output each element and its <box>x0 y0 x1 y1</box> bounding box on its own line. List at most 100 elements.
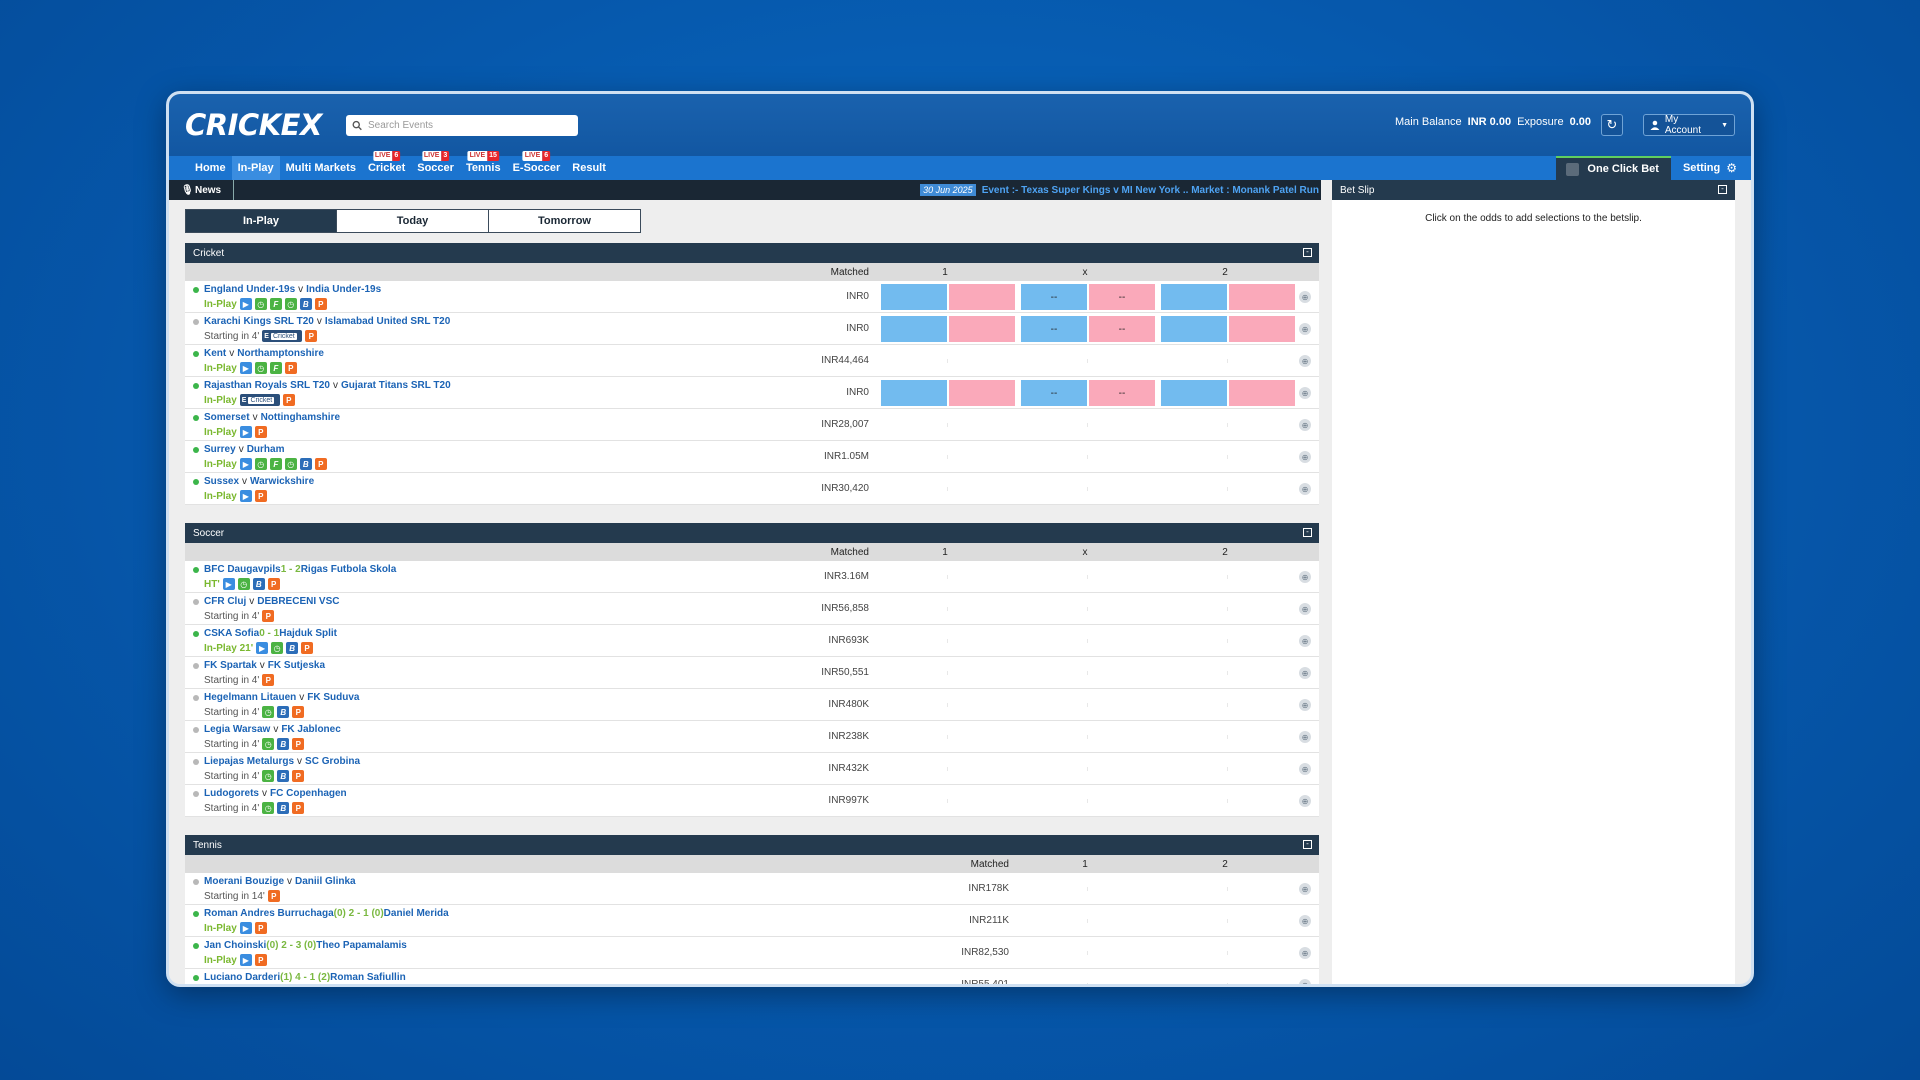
odds-placeholder-c2[interactable] <box>1227 799 1228 803</box>
odds-placeholder-c2[interactable] <box>1227 887 1228 891</box>
event-name[interactable]: Sussex v Warwickshire <box>204 476 314 487</box>
pin-icon[interactable]: ⊕ <box>1299 947 1311 959</box>
event-row[interactable]: Legia Warsaw v FK Jablonec Starting in 4' ◷ B… <box>185 721 1319 753</box>
tab-in-play[interactable]: In-Play <box>185 209 337 233</box>
lay-odds-c1[interactable] <box>949 284 1015 310</box>
odds-placeholder-c1[interactable] <box>947 799 948 803</box>
pin-icon[interactable]: ⊕ <box>1299 387 1311 399</box>
odds-placeholder-cx[interactable] <box>1087 799 1088 803</box>
back-odds-cx[interactable]: -- <box>1021 284 1087 310</box>
event-name[interactable]: CFR Cluj v DEBRECENI VSC <box>204 596 339 607</box>
odds-placeholder-c2[interactable] <box>1227 455 1228 459</box>
nav-item-soccer[interactable]: Soccer LIVE 3 <box>411 151 460 180</box>
event-name[interactable]: Liepajas Metalurgs v SC Grobina <box>204 756 360 767</box>
event-row[interactable]: Rajasthan Royals SRL T20 v Gujarat Titans … <box>185 377 1319 409</box>
nav-item-tennis[interactable]: Tennis LIVE 15 <box>460 151 507 180</box>
event-name[interactable]: England Under-19s v India Under-19s <box>204 284 381 295</box>
event-name[interactable]: Surrey v Durham <box>204 444 284 455</box>
pin-icon[interactable]: ⊕ <box>1299 419 1311 431</box>
nav-item-result[interactable]: Result <box>566 156 612 180</box>
event-row[interactable]: Sussex v Warwickshire In-Play ▶ P INR30,420 ⊕ <box>185 473 1319 505</box>
odds-placeholder-c2[interactable] <box>1227 575 1228 579</box>
odds-placeholder-cx[interactable] <box>1087 767 1088 771</box>
odds-placeholder-c2[interactable] <box>1227 487 1228 491</box>
event-row[interactable]: Moerani Bouzige v Daniil Glinka Starting in… <box>185 873 1319 905</box>
event-row[interactable]: Jan Choinski(0) 2 - 3 (0)Theo Papamalami… <box>185 937 1319 969</box>
event-name[interactable]: FK Spartak v FK Sutjeska <box>204 660 325 671</box>
odds-placeholder-cx[interactable] <box>1087 423 1088 427</box>
event-name[interactable]: Karachi Kings SRL T20 v Islamabad United S… <box>204 316 450 327</box>
search-box[interactable] <box>345 114 578 136</box>
pin-icon[interactable]: ⊕ <box>1299 355 1311 367</box>
odds-placeholder-c2[interactable] <box>1227 767 1228 771</box>
event-row[interactable]: Hegelmann Litauen v FK Suduva Starting in 4… <box>185 689 1319 721</box>
event-row[interactable]: CFR Cluj v DEBRECENI VSC Starting in 4' P INR… <box>185 593 1319 625</box>
event-name[interactable]: Jan Choinski(0) 2 - 3 (0)Theo Papamalami… <box>204 940 407 951</box>
event-row[interactable]: BFC Daugavpils1 - 2Rigas Futbola Skola HT… <box>185 561 1319 593</box>
odds-placeholder-c1[interactable] <box>947 575 948 579</box>
minimize-icon[interactable]: - <box>1303 248 1312 257</box>
odds-placeholder-c1[interactable] <box>1087 983 1088 984</box>
tab-tomorrow[interactable]: Tomorrow <box>489 209 641 233</box>
lay-odds-c2[interactable] <box>1229 316 1295 342</box>
odds-placeholder-c1[interactable] <box>947 703 948 707</box>
lay-odds-cx[interactable]: -- <box>1089 380 1155 406</box>
news-ticker[interactable]: 30 Jun 2025 Event :- Texas Super Kings v… <box>920 180 1321 200</box>
pin-icon[interactable]: ⊕ <box>1299 915 1311 927</box>
odds-placeholder-c1[interactable] <box>947 607 948 611</box>
nav-item-multi-markets[interactable]: Multi Markets <box>280 156 362 180</box>
pin-icon[interactable]: ⊕ <box>1299 883 1311 895</box>
event-name[interactable]: Roman Andres Burruchaga(0) 2 - 1 (0)Dani… <box>204 908 449 919</box>
pin-icon[interactable]: ⊕ <box>1299 323 1311 335</box>
odds-placeholder-c2[interactable] <box>1227 703 1228 707</box>
odds-placeholder-c2[interactable] <box>1227 423 1228 427</box>
pin-icon[interactable]: ⊕ <box>1299 483 1311 495</box>
minimize-icon[interactable]: - <box>1303 528 1312 537</box>
odds-placeholder-cx[interactable] <box>1087 575 1088 579</box>
odds-placeholder-cx[interactable] <box>1087 487 1088 491</box>
odds-placeholder-cx[interactable] <box>1087 671 1088 675</box>
lay-odds-cx[interactable]: -- <box>1089 284 1155 310</box>
lay-odds-c1[interactable] <box>949 380 1015 406</box>
odds-placeholder-c1[interactable] <box>1087 951 1088 955</box>
lay-odds-c2[interactable] <box>1229 284 1295 310</box>
event-row[interactable]: Luciano Darderi(1) 4 - 1 (2)Roman Safiul… <box>185 969 1319 984</box>
event-name[interactable]: Hegelmann Litauen v FK Suduva <box>204 692 359 703</box>
refresh-button[interactable]: ↻ <box>1601 114 1623 136</box>
odds-placeholder-c2[interactable] <box>1227 735 1228 739</box>
event-row[interactable]: Karachi Kings SRL T20 v Islamabad United S… <box>185 313 1319 345</box>
odds-placeholder-c2[interactable] <box>1227 671 1228 675</box>
odds-placeholder-c1[interactable] <box>947 767 948 771</box>
event-row[interactable]: Surrey v Durham In-Play ▶ ◷ F ◷ B P INR1.05M ⊕ <box>185 441 1319 473</box>
odds-placeholder-c1[interactable] <box>947 639 948 643</box>
odds-placeholder-c1[interactable] <box>1087 887 1088 891</box>
odds-placeholder-c1[interactable] <box>947 487 948 491</box>
back-odds-c1[interactable] <box>881 284 947 310</box>
back-odds-c1[interactable] <box>881 380 947 406</box>
pin-icon[interactable]: ⊕ <box>1299 571 1311 583</box>
lay-odds-cx[interactable]: -- <box>1089 316 1155 342</box>
odds-placeholder-c1[interactable] <box>947 671 948 675</box>
pin-icon[interactable]: ⊕ <box>1299 603 1311 615</box>
logo[interactable]: CRICKEX <box>185 108 322 142</box>
search-input[interactable] <box>368 119 572 131</box>
lay-odds-c2[interactable] <box>1229 380 1295 406</box>
odds-placeholder-c1[interactable] <box>947 455 948 459</box>
nav-item-cricket[interactable]: Cricket LIVE 6 <box>362 151 411 180</box>
my-account-button[interactable]: My Account ▼ <box>1643 114 1735 136</box>
nav-item-e-soccer[interactable]: E-Soccer LIVE 6 <box>507 151 567 180</box>
pin-icon[interactable]: ⊕ <box>1299 291 1311 303</box>
event-row[interactable]: CSKA Sofia0 - 1Hajduk Split In-Play 21' ▶ ◷… <box>185 625 1319 657</box>
pin-icon[interactable]: ⊕ <box>1299 979 1311 984</box>
pin-icon[interactable]: ⊕ <box>1299 731 1311 743</box>
pin-icon[interactable]: ⊕ <box>1299 451 1311 463</box>
odds-placeholder-c2[interactable] <box>1227 951 1228 955</box>
lay-odds-c1[interactable] <box>949 316 1015 342</box>
event-row[interactable]: England Under-19s v India Under-19s In-Play… <box>185 281 1319 313</box>
back-odds-c2[interactable] <box>1161 316 1227 342</box>
odds-placeholder-cx[interactable] <box>1087 607 1088 611</box>
event-row[interactable]: Somerset v Nottinghamshire In-Play ▶ P INR28,0… <box>185 409 1319 441</box>
event-name[interactable]: Ludogorets v FC Copenhagen <box>204 788 347 799</box>
event-row[interactable]: Roman Andres Burruchaga(0) 2 - 1 (0)Dani… <box>185 905 1319 937</box>
minimize-icon[interactable]: - <box>1718 185 1727 194</box>
